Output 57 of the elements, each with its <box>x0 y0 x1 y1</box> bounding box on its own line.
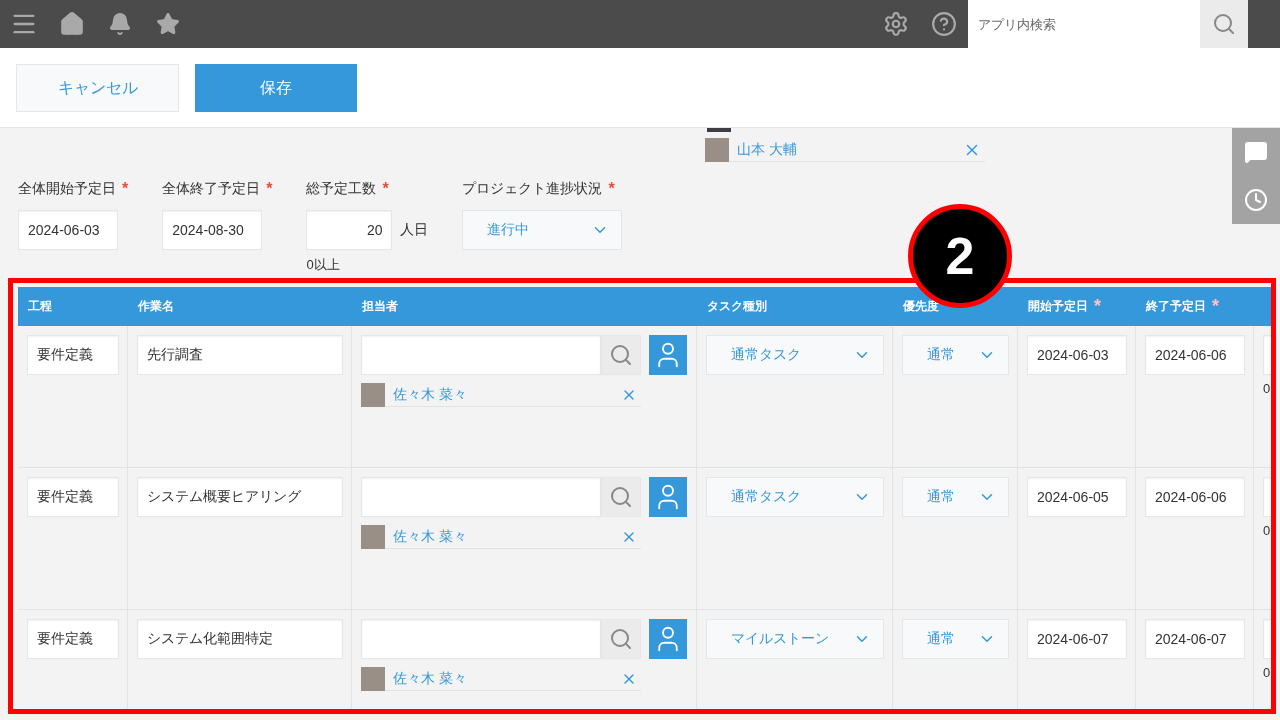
column-header: 工程 <box>28 298 52 315</box>
process-field[interactable]: 要件定義 <box>27 619 119 659</box>
column-header: 優先度 <box>903 298 939 315</box>
search-button[interactable] <box>601 619 641 659</box>
field-label: プロジェクト進捗状況 <box>462 180 603 198</box>
required-mark: * <box>122 180 129 198</box>
end-date-field[interactable]: 2024-06-07 <box>1145 619 1245 659</box>
column-header: 担当者 <box>362 298 398 315</box>
number-field[interactable]: 20 <box>306 210 393 250</box>
user-picker-button[interactable] <box>649 477 687 517</box>
hint-text: 0 <box>1263 665 1271 680</box>
process-field[interactable]: 要件定義 <box>27 335 119 375</box>
required-mark: * <box>382 180 389 198</box>
start-date-field[interactable]: 2024-06-07 <box>1027 619 1127 659</box>
column-header: 作業名 <box>138 298 174 315</box>
process-field[interactable]: 要件定義 <box>27 477 119 517</box>
search-icon <box>1212 12 1236 36</box>
avatar-placeholder <box>707 128 731 132</box>
avatar-placeholder <box>361 666 385 691</box>
assignee-search-field[interactable] <box>361 619 601 659</box>
task-name-field[interactable]: システム概要ヒアリング <box>137 477 343 517</box>
field-label: 全体開始予定日 <box>18 180 116 198</box>
assignee-search-field[interactable] <box>361 477 601 517</box>
column-header: タスク種別 <box>707 298 767 315</box>
hint-text: 0 <box>1263 381 1271 396</box>
date-field[interactable]: 2024-08-30 <box>162 210 263 250</box>
user-picker-button[interactable] <box>649 335 687 375</box>
avatar-placeholder <box>705 137 729 162</box>
search-icon <box>609 485 633 509</box>
date-field[interactable]: 2024-06-03 <box>18 210 118 250</box>
column-header: 終了予定日 <box>1146 298 1206 315</box>
required-mark: * <box>266 180 273 198</box>
start-date-field[interactable]: 2024-06-05 <box>1027 477 1127 517</box>
search-button[interactable] <box>601 477 641 517</box>
field-label: 全体終了予定日 <box>162 180 261 198</box>
end-date-field[interactable]: 2024-06-06 <box>1145 477 1245 517</box>
hint-text: 0 <box>1263 523 1271 538</box>
avatar-placeholder <box>361 524 385 549</box>
search-button[interactable] <box>1200 0 1248 48</box>
column-header: 開始予定日 <box>1028 298 1088 315</box>
end-date-field[interactable]: 2024-06-06 <box>1145 335 1245 375</box>
search-icon <box>609 627 633 651</box>
start-date-field[interactable]: 2024-06-03 <box>1027 335 1127 375</box>
unit-label: 人日 <box>400 221 429 239</box>
avatar-placeholder <box>361 382 385 407</box>
field-label: 総予定工数 <box>306 180 377 198</box>
required-mark: * <box>608 180 615 198</box>
required-mark: * <box>1212 296 1219 317</box>
task-name-field[interactable]: システム化範囲特定 <box>137 619 343 659</box>
hint-text: 0以上 <box>306 256 341 274</box>
required-mark: * <box>1094 296 1101 317</box>
task-name-field[interactable]: 先行調査 <box>137 335 343 375</box>
search-icon <box>609 343 633 367</box>
assignee-search-field[interactable] <box>361 335 601 375</box>
search-field[interactable]: アプリ内検索 <box>968 0 1200 48</box>
user-picker-button[interactable] <box>649 619 687 659</box>
search-button[interactable] <box>601 335 641 375</box>
